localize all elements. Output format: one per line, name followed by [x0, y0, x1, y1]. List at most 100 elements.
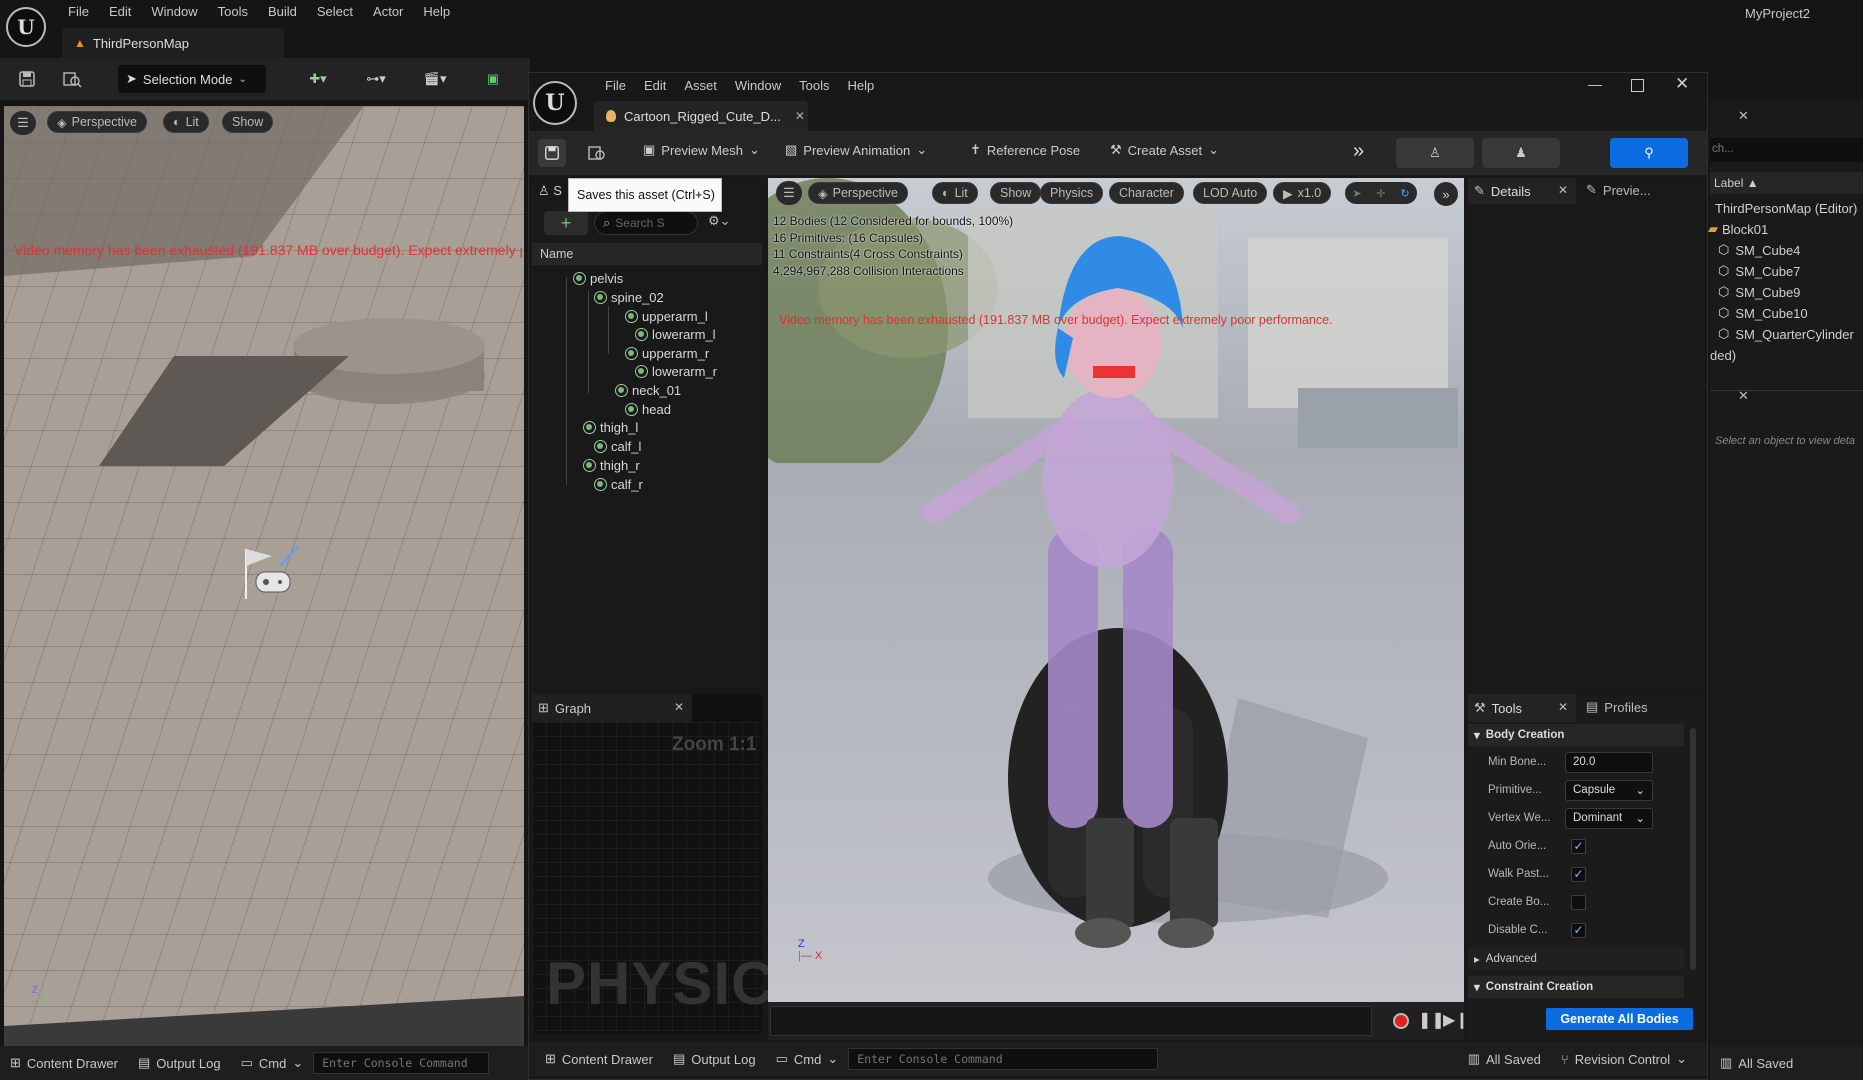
move-icon[interactable]: ✛ [1376, 187, 1385, 200]
minimize-icon[interactable]: — [1588, 76, 1602, 92]
add-bone-button[interactable]: + [544, 211, 588, 235]
pv-lod-button[interactable]: LOD Auto [1193, 182, 1268, 204]
pe-output-log-button[interactable]: ▤ Output Log [663, 1045, 766, 1073]
vertex-weight-dropdown[interactable]: Dominant ⌄ [1565, 807, 1653, 829]
menu-select[interactable]: Select [307, 0, 363, 24]
toolbar-overflow-icon[interactable]: » [1353, 140, 1364, 163]
create-body-checkbox[interactable] [1571, 894, 1586, 910]
bone-item[interactable]: lowerarm_r [635, 362, 717, 380]
mesh-mode-icon[interactable]: ♟ [1482, 138, 1560, 168]
bone-item[interactable]: lowerarm_l [635, 325, 716, 343]
skeleton-tab[interactable]: ♙ S [538, 183, 562, 199]
preview-tab[interactable]: ✎ Previe... [1586, 182, 1651, 198]
reference-pose-button[interactable]: ✝ Reference Pose [970, 142, 1080, 158]
main-content-drawer-button[interactable]: ⊞ Content Drawer [0, 1049, 128, 1077]
primitive-dropdown[interactable]: Capsule ⌄ [1565, 779, 1653, 801]
browse-icon[interactable] [58, 65, 86, 93]
menu-window[interactable]: Window [141, 0, 207, 24]
pv-menu-icon[interactable]: ☰ [776, 181, 802, 205]
pe-browse-icon[interactable] [583, 139, 611, 167]
menu-tools[interactable]: Tools [208, 0, 258, 24]
step-icon[interactable]: ▶❙ [1443, 1010, 1469, 1030]
graph-close-icon[interactable]: ✕ [674, 700, 684, 714]
play-mode-icon[interactable]: ▣ [478, 65, 508, 93]
maximize-icon[interactable] [1631, 79, 1644, 92]
pe-menu-tools[interactable]: Tools [790, 74, 838, 98]
outliner-item[interactable]: ⬡ SM_QuarterCylinder [1718, 324, 1854, 344]
revision-control-dropdown[interactable]: ⑂ Revision Control ⌄ [1551, 1045, 1697, 1073]
generate-all-bodies-button[interactable]: Generate All Bodies [1546, 1008, 1693, 1030]
name-column-header[interactable]: Name [532, 243, 762, 265]
unreal-logo-icon[interactable]: U [6, 7, 46, 47]
menu-help[interactable]: Help [413, 0, 460, 24]
main-output-log-button[interactable]: ▤ Output Log [128, 1049, 231, 1077]
menu-build[interactable]: Build [258, 0, 307, 24]
tab-close-icon[interactable]: ✕ [795, 109, 805, 123]
pe-menu-file[interactable]: File [596, 74, 635, 98]
pe-console-input[interactable] [848, 1048, 1159, 1070]
bone-item[interactable]: upperarm_l [625, 307, 708, 325]
record-icon[interactable] [1393, 1013, 1409, 1029]
pause-icon[interactable]: ❚❚ [1418, 1010, 1445, 1030]
main-cmd-dropdown[interactable]: ▭ Cmd ⌄ [231, 1049, 314, 1077]
main-show-button[interactable]: Show [222, 111, 274, 133]
outliner-item[interactable]: ThirdPersonMap (Editor) [1715, 198, 1857, 218]
pv-overflow-icon[interactable]: » [1434, 182, 1458, 206]
pe-cmd-dropdown[interactable]: ▭ Cmd ⌄ [766, 1045, 849, 1073]
outliner-search[interactable]: ch... [1710, 138, 1863, 162]
outliner-label-header[interactable]: Label ▲ [1710, 172, 1863, 194]
tools-scrollbar[interactable] [1690, 728, 1696, 970]
outliner-item[interactable]: ⬡ SM_Cube7 [1718, 261, 1800, 281]
outliner-item[interactable]: ▰ Block01 [1708, 219, 1768, 239]
pe-menu-window[interactable]: Window [726, 74, 790, 98]
pv-physics-button[interactable]: Physics [1040, 182, 1104, 204]
outliner-item[interactable]: ⬡ SM_Cube4 [1718, 240, 1800, 260]
graph-tab[interactable]: ⊞ Graph [532, 694, 692, 722]
main-lit-button[interactable]: ◐ Lit [163, 111, 209, 133]
player-start-icon[interactable] [240, 544, 299, 599]
right-all-saved-button[interactable]: ▥ All Saved [1710, 1049, 1803, 1077]
outliner-item[interactable]: ⬡ SM_Cube10 [1718, 303, 1808, 323]
bone-item[interactable]: pelvis [573, 269, 623, 287]
bone-item[interactable]: calf_r [594, 475, 643, 493]
bone-item[interactable]: upperarm_r [625, 344, 709, 362]
pe-menu-edit[interactable]: Edit [635, 74, 675, 98]
min-bone-input[interactable] [1565, 751, 1653, 773]
physics-viewport[interactable] [768, 178, 1464, 1002]
pv-speed-button[interactable]: ▶ x1.0 [1273, 182, 1332, 204]
save-icon[interactable] [14, 65, 40, 93]
window-close-icon[interactable]: ✕ [1675, 74, 1689, 94]
settings-gear-icon[interactable]: ⚙⌄ [708, 213, 731, 229]
outliner-close-icon[interactable]: ✕ [1738, 108, 1749, 124]
menu-actor[interactable]: Actor [363, 0, 413, 24]
pe-all-saved-button[interactable]: ▥ All Saved [1458, 1045, 1551, 1073]
bone-item[interactable]: neck_01 [615, 381, 681, 399]
preview-animation-dropdown[interactable]: ▧ Preview Animation ⌄ [785, 142, 927, 158]
skeleton-mode-icon[interactable]: ♙ [1396, 138, 1474, 168]
advanced-section[interactable]: ▸ Advanced [1468, 948, 1684, 970]
pv-show-button[interactable]: Show [990, 182, 1042, 204]
pe-content-drawer-button[interactable]: ⊞ Content Drawer [535, 1045, 663, 1073]
bone-item[interactable]: head [625, 400, 671, 418]
skeleton-search[interactable]: ⌕ Search S [594, 211, 698, 235]
add-actor-icon[interactable]: ✚▾ [298, 65, 338, 93]
pe-menu-asset[interactable]: Asset [675, 74, 726, 98]
cinematics-icon[interactable]: 🎬︎▾ [414, 65, 456, 93]
blueprint-icon[interactable]: ⊶▾ [356, 65, 396, 93]
menu-file[interactable]: File [58, 0, 99, 24]
map-tab[interactable]: ▲ ThirdPersonMap [62, 28, 284, 58]
physics-mode-icon[interactable]: ⚲ [1610, 138, 1688, 168]
bone-item[interactable]: thigh_l [583, 418, 638, 436]
auto-orient-checkbox[interactable]: ✓ [1571, 838, 1586, 854]
pv-lit-button[interactable]: ◐ Lit [932, 182, 978, 204]
main-console-input[interactable] [313, 1052, 490, 1074]
body-creation-section[interactable]: ▾ Body Creation [1468, 724, 1684, 746]
viewport-menu-icon[interactable]: ☰ [10, 111, 36, 135]
bone-item[interactable]: spine_02 [594, 288, 664, 306]
tools-tab-close-icon[interactable]: ✕ [1558, 700, 1568, 714]
pe-save-icon[interactable] [538, 139, 566, 167]
bone-item[interactable]: thigh_r [583, 456, 640, 474]
preview-mesh-dropdown[interactable]: ▣ Preview Mesh ⌄ [643, 142, 760, 158]
selection-mode-dropdown[interactable]: ➤ Selection Mode ⌄ [118, 65, 266, 93]
pv-perspective-button[interactable]: ◈ Perspective [808, 182, 908, 204]
